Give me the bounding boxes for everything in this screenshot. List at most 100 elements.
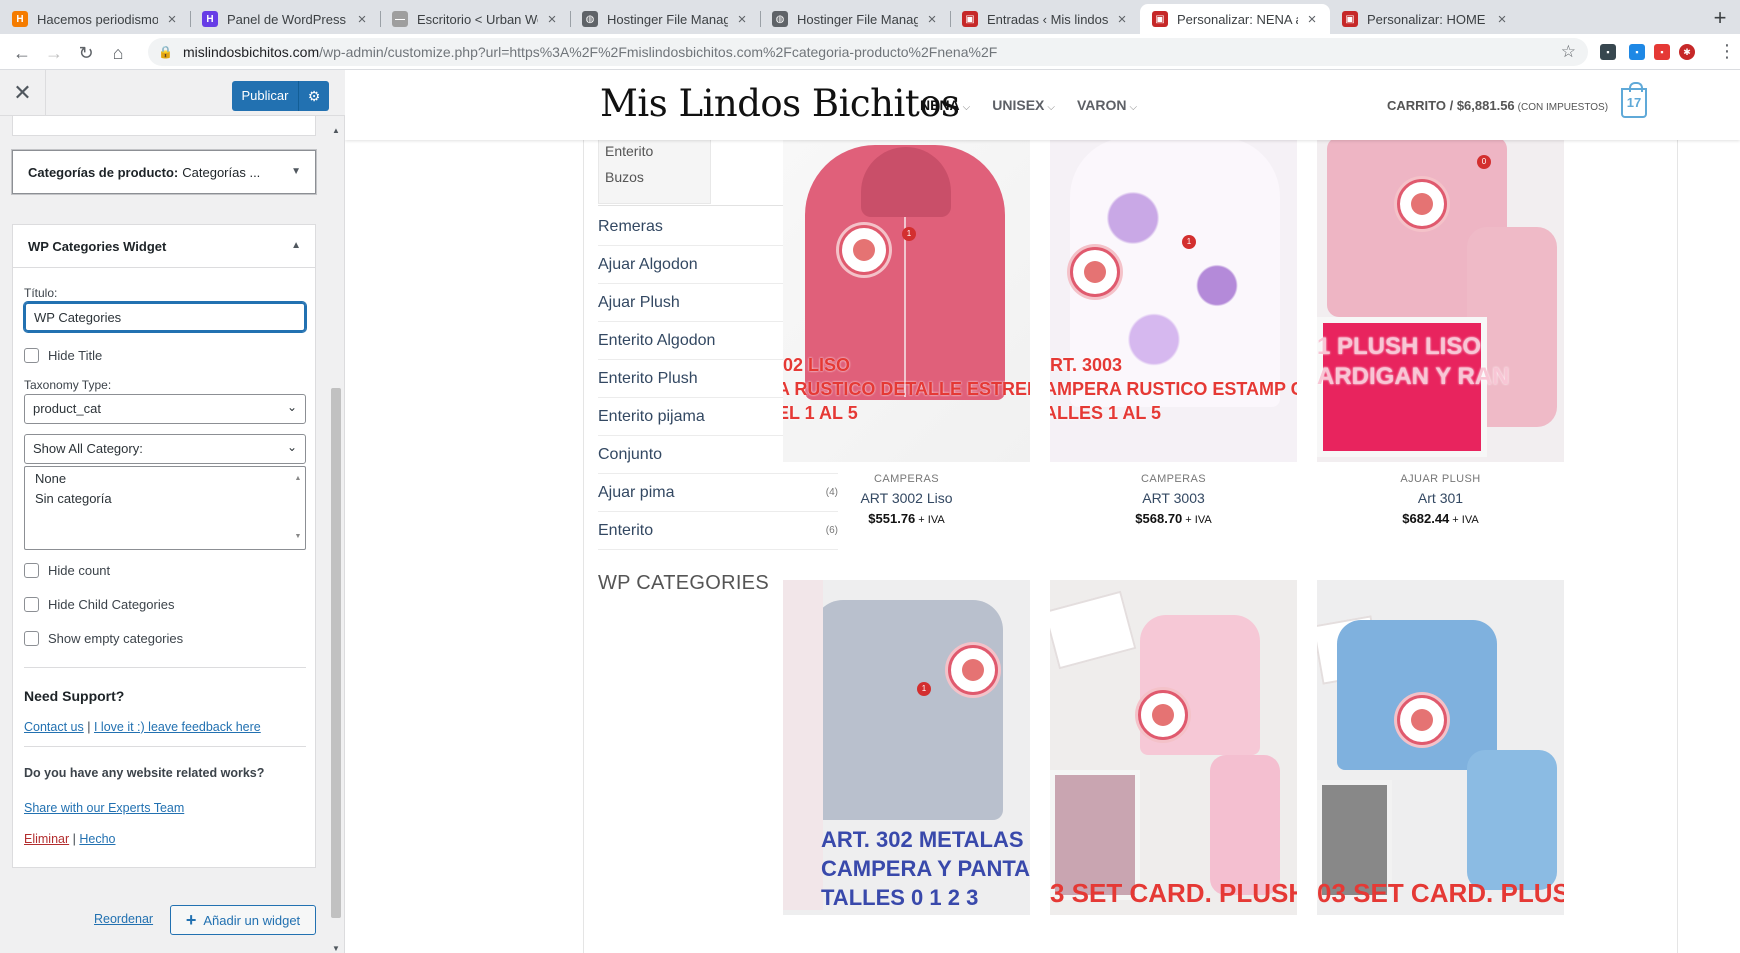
product-image[interactable]: 1 ART. 302 METALAS CAMPERA Y PANTAL TALL… — [783, 580, 1030, 915]
cart-link[interactable]: CARRITO / $6,881.56 (CON IMPUESTOS) — [1387, 98, 1608, 113]
category-name[interactable]: Ajuar Algodon — [598, 256, 698, 274]
close-tab-icon[interactable]: × — [734, 11, 750, 28]
cart-bag-icon[interactable]: 17 — [1621, 82, 1647, 118]
extension-icon[interactable]: ▪ — [1654, 44, 1670, 60]
publish-button[interactable]: Publicar ⚙ — [232, 81, 329, 111]
publish-label[interactable]: Publicar — [232, 81, 299, 111]
category-name[interactable]: Enterito — [598, 522, 653, 540]
category-name[interactable]: Ajuar pima — [598, 484, 674, 502]
close-tab-icon[interactable]: × — [1494, 11, 1510, 28]
product-category[interactable]: CAMPERAS — [783, 473, 1030, 485]
new-tab-icon[interactable]: + — [1706, 5, 1734, 31]
product-image[interactable]: 0 1 PLUSH LISO ARDIGAN Y RAN — [1317, 127, 1564, 462]
back-icon[interactable]: ← — [10, 41, 34, 65]
scroll-down-icon[interactable]: ▼ — [293, 527, 303, 547]
delete-link[interactable]: Eliminar — [24, 832, 69, 846]
browser-tab[interactable]: ▣ Personalizar: HOME - Mis lin × — [1330, 4, 1520, 34]
close-tab-icon[interactable]: × — [354, 11, 370, 28]
nav-item-varon[interactable]: VARON ⌵ — [1077, 97, 1137, 113]
close-icon[interactable]: ✕ — [0, 70, 46, 116]
widget-title-value: Categorías ... — [182, 164, 261, 180]
gear-icon[interactable]: ⚙ — [299, 88, 329, 105]
category-listbox[interactable]: None Sin categoría ▲ ▼ — [24, 466, 306, 550]
nav-item-unisex[interactable]: UNISEX ⌵ — [992, 97, 1055, 113]
close-tab-icon[interactable]: × — [1304, 11, 1320, 28]
url-field[interactable]: 🔒 mislindosbichitos.com/wp-admin/customi… — [148, 38, 1588, 66]
lock-icon: 🔒 — [158, 45, 173, 59]
category-name[interactable]: Conjunto — [598, 446, 662, 464]
product-name[interactable]: ART 3002 Liso — [783, 490, 1030, 506]
show-all-category-select[interactable]: Show All Category: ⌄ — [24, 434, 306, 464]
browser-tab[interactable]: ◍ Hostinger File Manager × — [570, 4, 760, 34]
browser-menu-icon[interactable]: ⋮ — [1718, 41, 1736, 62]
sidebar-scroll-thumb[interactable] — [331, 388, 341, 918]
titulo-input[interactable]: WP Categories — [24, 302, 306, 332]
product-card[interactable]: 1 ART. 302 METALAS CAMPERA Y PANTAL TALL… — [783, 580, 1030, 915]
subcategory-item[interactable]: Enterito — [605, 143, 653, 159]
browser-tab[interactable]: H Hacemos periodismo - Infol × — [0, 4, 190, 34]
product-name[interactable]: ART 3003 — [1050, 490, 1297, 506]
subcategory-item[interactable]: Buzos — [605, 169, 644, 185]
done-link[interactable]: Hecho — [79, 832, 115, 846]
reload-icon[interactable]: ↻ — [74, 41, 98, 65]
listbox-option[interactable]: None — [35, 469, 295, 489]
nav-item-nena[interactable]: NENA ⌵ — [920, 97, 970, 113]
product-image[interactable]: 03 SET CARD. PLUSH — [1317, 580, 1564, 915]
product-category[interactable]: AJUAR PLUSH — [1317, 473, 1564, 485]
widget-wp-categories-header[interactable]: WP Categories Widget ▲ — [12, 224, 316, 268]
forward-icon[interactable]: → — [42, 41, 66, 65]
product-card[interactable]: 3 SET CARD. PLUSH — [1050, 580, 1297, 915]
extension-icon[interactable]: ▪ — [1629, 44, 1645, 60]
widget-product-categories[interactable]: Categorías de producto: Categorías ... ▼ — [12, 150, 316, 194]
product-name[interactable]: Art 301 — [1317, 490, 1564, 506]
category-name[interactable]: Enterito Algodon — [598, 332, 715, 350]
show-empty-checkbox[interactable] — [24, 631, 39, 646]
bookmark-star-icon[interactable]: ☆ — [1561, 42, 1576, 62]
taxonomy-select[interactable]: product_cat ⌄ — [24, 394, 306, 424]
browser-tab[interactable]: ▣ Personalizar: NENA archivos × — [1140, 4, 1330, 34]
category-name[interactable]: Enterito Plush — [598, 370, 698, 388]
browser-tab[interactable]: — Escritorio < Urban Woman × — [380, 4, 570, 34]
add-widget-button[interactable]: + Añadir un widget — [170, 905, 316, 935]
extension-icon[interactable]: ▪ — [1600, 44, 1616, 60]
show-empty-row[interactable]: Show empty categories — [24, 631, 183, 646]
close-tab-icon[interactable]: × — [924, 11, 940, 28]
scroll-down-icon[interactable]: ▼ — [332, 944, 340, 953]
product-card[interactable]: 03 SET CARD. PLUSH — [1317, 580, 1564, 915]
listbox-scrollbar[interactable]: ▲ ▼ — [293, 469, 303, 547]
browser-tab[interactable]: H Panel de WordPress | hPane × — [190, 4, 380, 34]
close-tab-icon[interactable]: × — [1114, 11, 1130, 28]
category-name[interactable]: Ajuar Plush — [598, 294, 680, 312]
hide-count-checkbox[interactable] — [24, 563, 39, 578]
product-image[interactable]: 1 RT. 3003 AMPERA RUSTICO ESTAMP CONEJ A… — [1050, 127, 1297, 462]
product-card[interactable]: 1 RT. 3003 AMPERA RUSTICO ESTAMP CONEJ A… — [1050, 127, 1297, 526]
close-tab-icon[interactable]: × — [164, 11, 180, 28]
hide-title-row[interactable]: Hide Title — [24, 348, 102, 363]
site-logo[interactable]: Mis Lindos Bichitos — [600, 82, 960, 125]
collapse-arrow-icon[interactable]: ▲ — [291, 240, 301, 251]
hide-count-row[interactable]: Hide count — [24, 563, 110, 578]
hide-title-checkbox[interactable] — [24, 348, 39, 363]
hide-child-checkbox[interactable] — [24, 597, 39, 612]
scroll-up-icon[interactable]: ▲ — [332, 126, 340, 135]
expand-arrow-icon[interactable]: ▼ — [291, 166, 301, 177]
product-card[interactable]: 0 1 PLUSH LISO ARDIGAN Y RAN AJUAR PLUSH… — [1317, 127, 1564, 526]
product-image[interactable]: 1 02 LISO A RUSTICO DETALLE ESTRELAS EL … — [783, 127, 1030, 462]
hide-child-row[interactable]: Hide Child Categories — [24, 597, 174, 612]
share-link[interactable]: Share with our Experts Team — [24, 801, 184, 815]
product-image[interactable]: 3 SET CARD. PLUSH — [1050, 580, 1297, 915]
home-icon[interactable]: ⌂ — [106, 41, 130, 65]
product-category[interactable]: CAMPERAS — [1050, 473, 1297, 485]
browser-tab[interactable]: ◍ Hostinger File Manager × — [760, 4, 950, 34]
browser-tab[interactable]: ▣ Entradas ‹ Mis lindos bichito × — [950, 4, 1140, 34]
reorder-link[interactable]: Reordenar — [94, 912, 153, 926]
category-name[interactable]: Remeras — [598, 218, 663, 236]
contact-link[interactable]: Contact us — [24, 720, 84, 734]
listbox-option[interactable]: Sin categoría — [35, 489, 295, 509]
scroll-up-icon[interactable]: ▲ — [293, 469, 303, 489]
extension-icon[interactable]: ✱ — [1679, 44, 1695, 60]
feedback-link[interactable]: I love it :) leave feedback here — [94, 720, 261, 734]
product-card[interactable]: 1 02 LISO A RUSTICO DETALLE ESTRELAS EL … — [783, 127, 1030, 526]
category-name[interactable]: Enterito pijama — [598, 408, 705, 426]
close-tab-icon[interactable]: × — [544, 11, 560, 28]
